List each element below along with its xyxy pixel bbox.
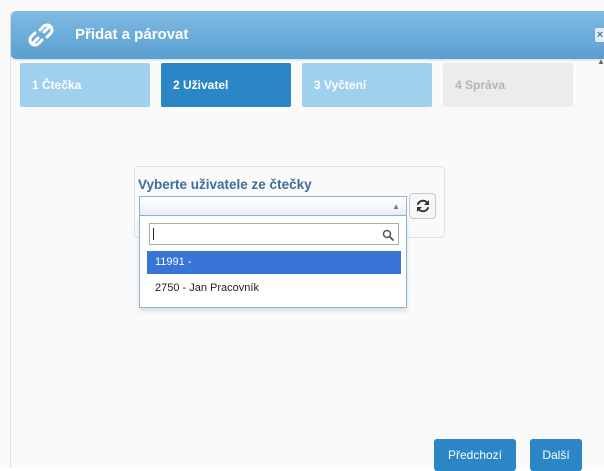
close-button[interactable]: × (595, 28, 604, 42)
caret-up-icon: ▲ (392, 202, 400, 211)
step-user[interactable]: 2 Uživatel (161, 63, 291, 107)
dialog-title: Přidat a párovat (75, 26, 189, 43)
dialog-titlebar[interactable]: Přidat a párovat (11, 11, 604, 59)
next-button[interactable]: Další (530, 439, 582, 471)
user-option[interactable]: 2750 - Jan Pracovník (147, 277, 401, 300)
user-select-label: Vyberte uživatele ze čtečky (138, 177, 312, 192)
user-select[interactable]: ▲ (139, 196, 407, 216)
step-management: 4 Správa (443, 63, 573, 107)
step-reader[interactable]: 1 Čtečka (20, 63, 150, 107)
user-dropdown: 11991 - 2750 - Jan Pracovník (139, 216, 407, 308)
search-icon (382, 228, 394, 246)
refresh-icon (417, 199, 429, 213)
previous-button[interactable]: Předchozí (434, 439, 516, 471)
refresh-button[interactable] (409, 193, 436, 219)
dropdown-search-input[interactable] (149, 223, 399, 245)
step-readout[interactable]: 3 Vyčtení (302, 63, 432, 107)
text-cursor (153, 228, 154, 240)
add-and-pair-dialog: Přidat a párovat × ▲ 1 Čtečka 2 Uživatel… (10, 11, 604, 471)
user-option[interactable]: 11991 - (147, 251, 401, 274)
link-icon (27, 21, 55, 49)
scroll-up-icon[interactable]: ▲ (596, 57, 604, 67)
